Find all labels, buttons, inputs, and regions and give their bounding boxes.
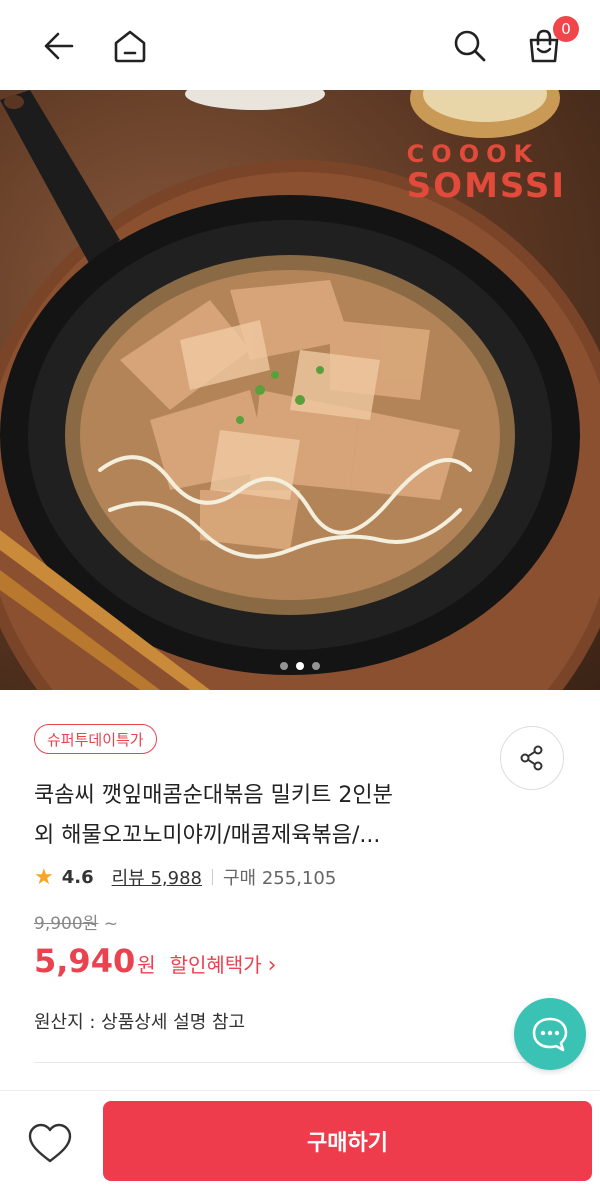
product-meta: ★ 4.6 리뷰 5,988 구매 255,105: [34, 862, 336, 892]
section-divider: [34, 1062, 566, 1063]
origin-info: 원산지 : 상품상세 설명 참고: [34, 1012, 246, 1033]
brand-logo: COOOK SOMSSI: [407, 140, 566, 206]
cart-count-badge: 0: [553, 16, 579, 42]
search-icon: [454, 30, 486, 62]
back-button[interactable]: [32, 22, 80, 70]
deal-badge: 슈퍼투데이특가: [34, 724, 157, 754]
original-price-suffix: ~: [103, 914, 118, 934]
chevron-right-icon[interactable]: ›: [268, 953, 277, 978]
product-image-carousel[interactable]: COOOK SOMSSI: [0, 90, 600, 690]
chat-bubble-icon: [532, 1017, 568, 1052]
carousel-dot[interactable]: [312, 662, 320, 670]
star-icon: ★: [34, 864, 54, 890]
home-button[interactable]: [106, 22, 154, 70]
share-button[interactable]: [500, 726, 564, 790]
arrow-left-icon: [44, 32, 74, 60]
home-icon: [114, 30, 146, 63]
brand-logo-line2: SOMSSI: [406, 166, 566, 206]
carousel-indicator: [0, 662, 600, 670]
product-title-line1: 쿡솜씨 깻잎매콤순대볶음 밀키트 2인분: [34, 783, 393, 808]
price-unit: 원: [137, 953, 156, 977]
wishlist-button[interactable]: [24, 1119, 76, 1167]
meta-divider: [212, 869, 213, 885]
top-bar: 0: [0, 0, 600, 90]
original-price-row: 9,900원 ~: [34, 909, 118, 934]
search-button[interactable]: [446, 22, 494, 70]
carousel-dot[interactable]: [280, 662, 288, 670]
review-link[interactable]: 리뷰 5,988: [112, 864, 202, 890]
bottom-action-bar: 구매하기: [0, 1090, 600, 1187]
buy-button[interactable]: 구매하기: [103, 1101, 592, 1181]
discount-benefit-link[interactable]: 할인혜택가: [170, 949, 262, 978]
product-info: 슈퍼투데이특가 쿡솜씨 깻잎매콤순대볶음 밀키트 2인분 외 해물오꼬노미야끼/…: [0, 690, 600, 1090]
product-title-line2: 외 해물오꼬노미야끼/매콤제육볶음/...: [34, 823, 381, 848]
rating-value: 4.6: [61, 866, 94, 888]
brand-logo-line1: COOOK: [406, 140, 540, 168]
sale-price-row: 5,940 원 할인혜택가 ›: [34, 942, 276, 980]
sales-count: 구매 255,105: [223, 868, 337, 889]
product-title: 쿡솜씨 깻잎매콤순대볶음 밀키트 2인분 외 해물오꼬노미야끼/매콤제육볶음/.…: [34, 776, 479, 856]
original-price: 9,900원: [34, 914, 99, 934]
heart-icon: [28, 1123, 72, 1163]
chat-button[interactable]: [514, 998, 586, 1070]
carousel-dot-active[interactable]: [296, 662, 304, 670]
share-icon: [520, 745, 543, 771]
sale-price: 5,940: [34, 942, 136, 980]
